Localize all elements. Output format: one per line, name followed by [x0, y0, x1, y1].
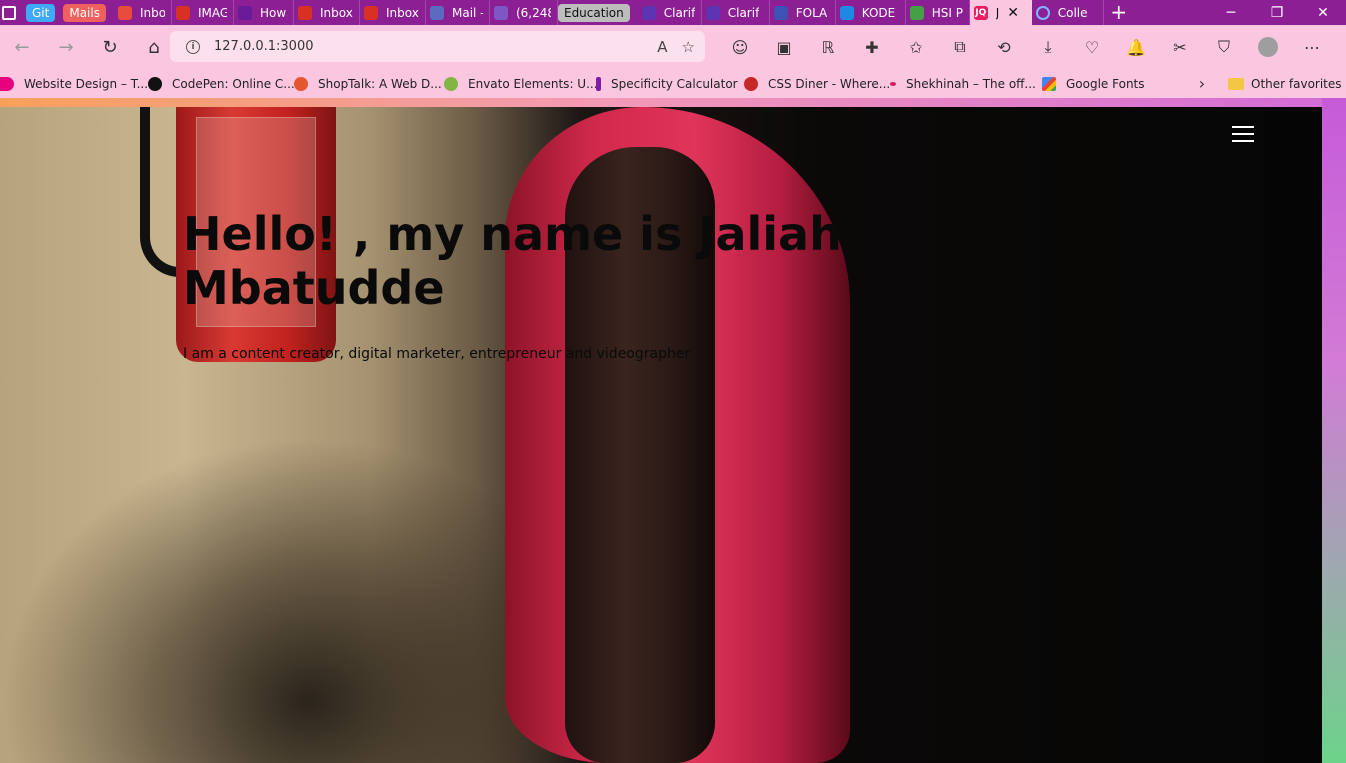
shekhinah-icon	[890, 81, 896, 86]
site-info-icon[interactable]: i	[186, 39, 200, 54]
address-bar[interactable]: i 127.0.0.1:3000 A ☆	[170, 31, 705, 62]
hero-headline: Hello! , my name is Jaliah Mbatudde	[183, 207, 842, 315]
tab-clarif-2[interactable]: Clarif	[702, 0, 770, 25]
browser-toolbar: ← → ↻ ⌂ i 127.0.0.1:3000 A ☆ ☺ ▣ ℝ ✚ ✩ ⧉…	[0, 25, 1346, 69]
bookmarks-bar: Website Design – T... CodePen: Online C.…	[0, 69, 1346, 98]
tab-group-education[interactable]: Education	[557, 3, 630, 22]
folder-icon	[1228, 77, 1244, 90]
toolbar-icons: ☺ ▣ ℝ ✚ ✩ ⧉ ⟲ ⤓ ♡ 🔔 ✂ ⛉ ⋯	[718, 25, 1334, 69]
health-icon[interactable]: ♡	[1070, 25, 1114, 69]
tab-active[interactable]: JQ J ✕	[969, 0, 1032, 25]
tab-hsi[interactable]: HSI P	[906, 0, 970, 25]
profile-icon[interactable]	[1246, 25, 1290, 69]
window-controls: ─ ❐ ✕	[1208, 0, 1346, 25]
tab-colle[interactable]: Colle	[1032, 0, 1104, 25]
close-tab-icon[interactable]: ✕	[1007, 5, 1019, 21]
minimize-icon[interactable]: ─	[1208, 0, 1254, 25]
bookmark-google-fonts[interactable]: Google Fonts	[1034, 76, 1154, 91]
loading-icon	[1035, 5, 1050, 20]
tab-group-git[interactable]: Git	[26, 3, 56, 22]
tab-mail[interactable]: Mail -	[426, 0, 490, 25]
bookmark-shekhinah[interactable]: Shekhinah – The off...	[882, 77, 1036, 91]
gmail-icon	[363, 5, 378, 20]
hero-section: Hello! , my name is Jaliah Mbatudde I am…	[0, 107, 1322, 763]
back-icon[interactable]: ←	[0, 25, 44, 69]
bookmark-codepen[interactable]: CodePen: Online C...	[140, 76, 295, 91]
gmail-icon	[175, 5, 190, 20]
app-icon[interactable]: ℝ	[806, 25, 850, 69]
hamburger-menu-icon[interactable]	[1232, 126, 1254, 142]
page-right-stripe	[1322, 98, 1346, 763]
reload-icon[interactable]: ↻	[88, 25, 132, 69]
downloads-icon[interactable]: ⤓	[1026, 25, 1070, 69]
tab-actions-icon[interactable]: ⧉	[938, 25, 982, 69]
bookmark-website-design[interactable]: Website Design – T...	[0, 76, 148, 91]
emoji-icon[interactable]: ☺	[718, 25, 762, 69]
shoptalk-icon	[294, 76, 308, 91]
tab-favicon-icon	[237, 5, 252, 20]
css-diner-icon	[744, 76, 758, 91]
tab-how[interactable]: How	[234, 0, 294, 25]
bookmark-specificity[interactable]: Specificity Calculator	[588, 76, 738, 91]
page-top-stripe	[0, 98, 1346, 107]
tab-clarif[interactable]: Clarif	[638, 0, 702, 25]
tab-favicon-icon	[641, 5, 656, 20]
new-tab-button[interactable]: +	[1104, 0, 1134, 25]
tab-strip: Git Mails Inbox IMAG How Inbox Inbox Mai…	[0, 0, 1346, 25]
tab-group-mails[interactable]: Mails	[63, 3, 106, 22]
tab-inbox-3[interactable]: Inbox	[360, 0, 426, 25]
hero-photo-hose	[140, 107, 180, 277]
gmail-icon	[297, 5, 312, 20]
tab-yahoo-mail[interactable]: (6,248	[490, 0, 558, 25]
tab-favicon-icon	[909, 5, 924, 20]
codepen-icon	[148, 76, 162, 91]
yahoo-icon	[493, 5, 508, 20]
window-menu-icon[interactable]	[2, 5, 16, 20]
add-favorite-icon[interactable]: ☆	[682, 38, 695, 56]
favorites-icon[interactable]: ✩	[894, 25, 938, 69]
bookmark-shoptalk[interactable]: ShopTalk: A Web D...	[286, 76, 442, 91]
tab-inbox-2[interactable]: Inbox	[294, 0, 360, 25]
other-favorites-folder[interactable]: Other favorites	[1228, 69, 1342, 98]
close-window-icon[interactable]: ✕	[1300, 0, 1346, 25]
tab-favicon-icon	[773, 5, 788, 20]
tab-images[interactable]: IMAG	[172, 0, 234, 25]
envato-icon	[444, 76, 458, 91]
avatar	[1258, 37, 1278, 57]
notifications-icon[interactable]: 🔔	[1114, 25, 1158, 69]
page-viewport: Hello! , my name is Jaliah Mbatudde I am…	[0, 98, 1346, 763]
tab-favicon-icon	[705, 5, 720, 20]
specificity-icon	[596, 76, 601, 91]
hero-tagline: I am a content creator, digital marketer…	[183, 346, 691, 362]
extensions-icon[interactable]: ✚	[850, 25, 894, 69]
restore-icon[interactable]: ❐	[1254, 0, 1300, 25]
tab-favicon-icon	[117, 5, 132, 20]
history-icon[interactable]: ⟲	[982, 25, 1026, 69]
bookmark-envato[interactable]: Envato Elements: U...	[436, 76, 598, 91]
jq-logo-icon: JQ	[973, 5, 988, 20]
shield-icon[interactable]: ⛉	[1202, 25, 1246, 69]
bookmark-css-diner[interactable]: CSS Diner - Where...	[736, 76, 890, 91]
url-text[interactable]: 127.0.0.1:3000	[214, 39, 314, 54]
google-fonts-icon	[1042, 76, 1056, 91]
screenshot-icon[interactable]: ✂	[1158, 25, 1202, 69]
forward-icon[interactable]: →	[44, 25, 88, 69]
tab-inbox[interactable]: Inbox	[114, 0, 172, 25]
collections-icon[interactable]: ▣	[762, 25, 806, 69]
hero-photo-shadow	[0, 437, 560, 763]
bookmark-favicon-icon	[0, 76, 14, 91]
docs-icon	[839, 5, 854, 20]
read-aloud-icon[interactable]: A	[657, 38, 667, 56]
more-icon[interactable]: ⋯	[1290, 25, 1334, 69]
bookmarks-overflow-icon[interactable]: ›	[1192, 69, 1212, 98]
outlook-icon	[429, 5, 444, 20]
tab-fola[interactable]: FOLA	[770, 0, 836, 25]
tab-kode[interactable]: KODE	[836, 0, 906, 25]
